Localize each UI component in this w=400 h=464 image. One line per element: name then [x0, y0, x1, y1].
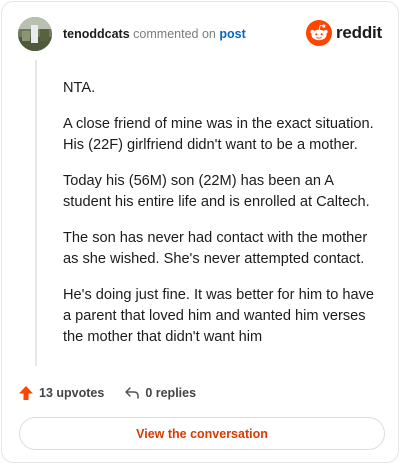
- comment-paragraph: NTA.: [63, 80, 96, 96]
- comment-header: tenoddcats commented on post reddit: [18, 17, 382, 53]
- reply-button[interactable]: 0 replies: [124, 385, 196, 401]
- reply-count: 0 replies: [145, 386, 197, 400]
- comment-actions: 13 upvotes 0 replies: [18, 382, 196, 404]
- reddit-wordmark: reddit: [335, 23, 382, 42]
- reddit-snoo-icon: [305, 20, 332, 46]
- comment-paragraph: A close friend of mine was in the exact …: [63, 116, 374, 153]
- user-avatar[interactable]: [18, 17, 52, 51]
- post-link[interactable]: post: [219, 27, 245, 41]
- comment-body: NTA. A close friend of mine was in the e…: [63, 78, 383, 363]
- comment-byline: tenoddcats commented on post: [63, 27, 246, 41]
- comment-paragraph: He's doing just fine. It was better for …: [63, 287, 375, 345]
- reply-arrow-icon: [125, 387, 140, 399]
- comment-paragraph: Today his (56M) son (22M) has been an A …: [63, 173, 370, 210]
- upvote-count: 13 upvotes: [39, 386, 105, 400]
- comment-paragraph: The son has never had contact with the m…: [63, 230, 368, 267]
- thread-line: [35, 60, 37, 366]
- view-conversation-button[interactable]: View the conversation: [19, 417, 385, 450]
- upvote-arrow-icon: [19, 386, 33, 400]
- reddit-logo[interactable]: reddit: [305, 19, 382, 47]
- upvote-button[interactable]: 13 upvotes: [18, 385, 104, 401]
- embedded-comment-card: tenoddcats commented on post reddit NTA.…: [1, 1, 399, 463]
- username-link[interactable]: tenoddcats: [63, 27, 130, 41]
- commented-on-text: commented on: [133, 27, 216, 41]
